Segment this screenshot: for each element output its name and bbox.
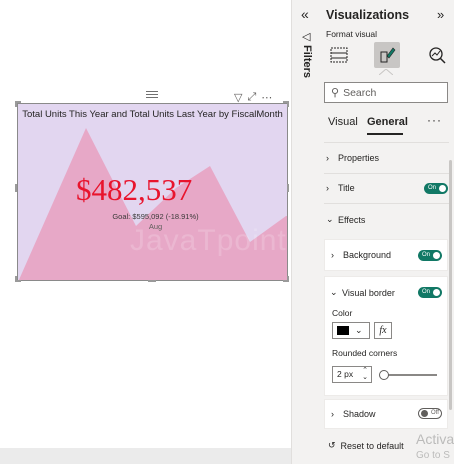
resize-handle-b[interactable] [148, 280, 156, 282]
section-effects[interactable]: ⌄ Effects [326, 214, 449, 225]
format-paintbrush-icon[interactable] [374, 42, 400, 68]
resize-handle-l[interactable] [15, 184, 17, 192]
filter-pane-arrow-icon[interactable]: ◁ [302, 30, 310, 43]
section-properties[interactable]: › Properties [326, 153, 449, 163]
shadow-header[interactable]: › Shadow [331, 400, 376, 428]
tab-visual[interactable]: Visual [328, 116, 358, 128]
color-label: Color [332, 308, 353, 318]
divider [324, 173, 449, 174]
visual-border-toggle[interactable]: On [418, 287, 442, 298]
chevron-down-icon: ⌄ [355, 325, 363, 335]
reset-icon: ↺ [328, 440, 336, 450]
chevron-right-icon: › [331, 409, 334, 419]
collapse-left-icon[interactable]: « [301, 6, 309, 22]
kpi-value: $482,537 [76, 172, 193, 207]
rounded-corners-label: Rounded corners [332, 348, 398, 358]
search-icon: ⚲ [331, 87, 340, 99]
section-label: Shadow [343, 409, 376, 419]
active-pointer-icon [379, 69, 393, 75]
section-label: Background [343, 250, 392, 260]
rounded-corners-input[interactable]: 2 px ⌃ ⌄ [332, 366, 372, 383]
section-label: Properties [338, 153, 380, 163]
analytics-icon[interactable] [424, 42, 450, 68]
background-toggle[interactable]: On [418, 250, 442, 261]
rounded-corners-slider-thumb[interactable] [379, 370, 389, 380]
resize-handle-br-v[interactable] [287, 276, 289, 282]
drag-grip-icon[interactable] [146, 91, 158, 99]
resize-handle-bl-v[interactable] [15, 276, 17, 282]
resize-handle-tr-v[interactable] [287, 101, 289, 107]
format-visual-label: Format visual [326, 29, 378, 39]
color-swatch [337, 326, 349, 335]
section-label: Title [338, 183, 355, 193]
shadow-toggle[interactable]: Off [418, 408, 442, 419]
build-visual-icon[interactable] [326, 42, 352, 68]
format-icons-bar [326, 42, 454, 72]
section-label: Visual border [342, 287, 395, 298]
divider [324, 142, 449, 143]
active-tab-indicator [367, 133, 403, 135]
pane-title: Visualizations [326, 8, 410, 22]
section-label: Effects [338, 214, 366, 225]
filters-label[interactable]: Filters [301, 45, 313, 78]
tab-general[interactable]: General [367, 116, 408, 128]
spinner-icon[interactable]: ⌃ ⌄ [362, 367, 368, 381]
resize-handle-r[interactable] [287, 184, 289, 192]
visual-title: Total Units This Year and Total Units La… [22, 109, 283, 120]
expand-right-icon[interactable]: » [437, 7, 444, 22]
kpi-goal: Goal: $595,092 (-18.91%) [112, 212, 199, 221]
reset-label: Reset to default [340, 440, 404, 451]
resize-handle-tl-v[interactable] [15, 101, 17, 107]
filters-rail: « ◁ Filters [291, 0, 319, 464]
activate-windows-watermark: Activa [416, 431, 454, 447]
more-options-icon[interactable]: ··· [427, 113, 442, 127]
search-input[interactable]: ⚲ Search [324, 82, 448, 103]
chevron-down-icon: ⌄ [330, 287, 338, 297]
conditional-format-button[interactable]: fx [374, 322, 392, 339]
reset-to-default-button[interactable]: ↺ Reset to default [328, 440, 404, 451]
kpi-visual[interactable]: Total Units This Year and Total Units La… [17, 103, 288, 281]
kpi-period: Aug [148, 222, 163, 231]
title-toggle[interactable]: On [424, 183, 448, 194]
divider [324, 203, 449, 204]
canvas-footer-bar [0, 448, 291, 464]
chevron-right-icon: › [326, 183, 329, 193]
activate-windows-subtext: Go to S [416, 450, 450, 461]
chevron-down-icon: ⌄ [326, 214, 334, 224]
rounded-corners-value: 2 px [337, 369, 354, 379]
chevron-right-icon: › [331, 250, 334, 260]
visualizations-pane: Visualizations » Format visual ⚲ Search … [319, 0, 454, 464]
pane-scrollbar[interactable] [449, 160, 452, 410]
search-placeholder: Search [343, 86, 377, 99]
color-picker[interactable]: ⌄ [332, 322, 370, 339]
background-header[interactable]: › Background [331, 240, 391, 270]
chevron-right-icon: › [326, 153, 329, 163]
